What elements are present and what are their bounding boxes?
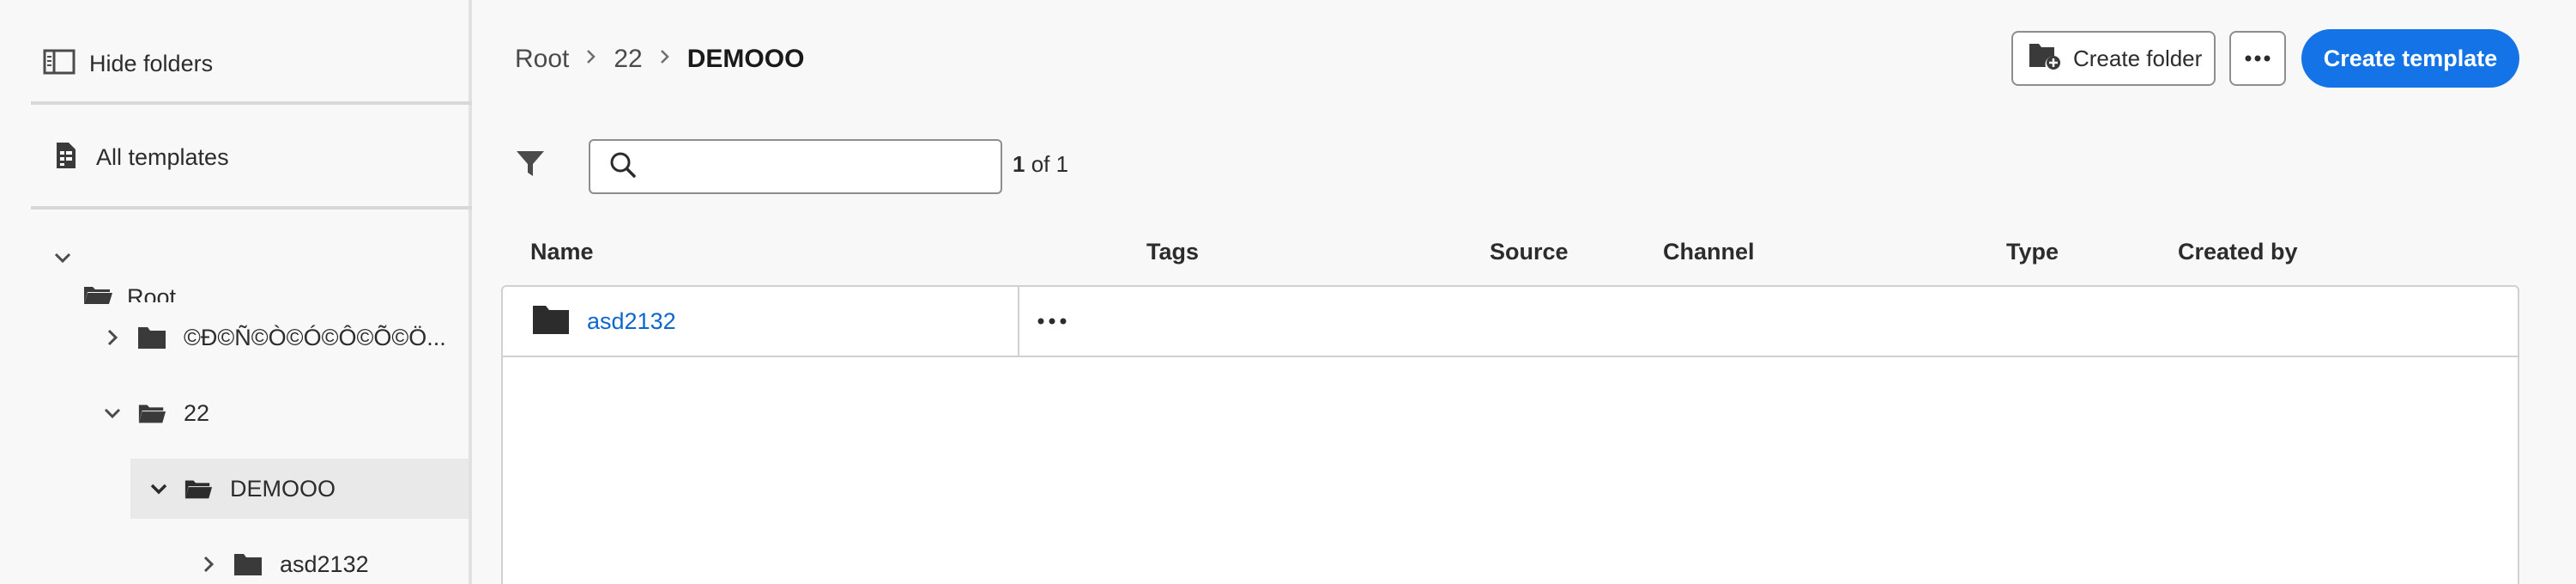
folder-open-icon — [137, 401, 166, 425]
column-header-type[interactable]: Type — [2006, 239, 2059, 265]
hide-folders-button[interactable]: Hide folders — [31, 26, 472, 105]
tree-item-label: DEMOOO — [230, 475, 336, 502]
tree-item-root[interactable]: Root — [127, 280, 176, 302]
create-folder-label: Create folder — [2073, 45, 2203, 71]
tree-item-asd2132[interactable]: asd2132 — [197, 534, 369, 584]
breadcrumb-item-22[interactable]: 22 — [614, 45, 642, 74]
tree-item-demooo[interactable]: DEMOOO — [130, 459, 469, 519]
chevron-right-icon — [101, 326, 124, 349]
results-total: of 1 — [1031, 151, 1069, 177]
chevron-down-icon — [51, 246, 74, 269]
table-cell-name: asd2132 — [503, 287, 1019, 356]
search-input[interactable] — [647, 141, 1001, 192]
folder-tree: Root ©Ð©Ñ©Ò©Ó©Ô©Õ©Ö... 22 DEMOOO asd2132 — [0, 232, 469, 584]
column-header-name[interactable]: Name — [530, 239, 594, 265]
create-template-button[interactable]: Create template — [2301, 29, 2519, 88]
chevron-right-icon — [660, 47, 670, 71]
row-more-actions-button[interactable] — [1031, 304, 1073, 338]
table-row[interactable]: asd2132 — [503, 287, 2518, 357]
filter-icon[interactable] — [515, 148, 549, 182]
folder-add-icon — [2029, 41, 2061, 76]
all-templates-label: All templates — [96, 143, 229, 170]
sidebar-toggle-icon — [43, 49, 76, 79]
chevron-down-icon — [101, 402, 124, 424]
table-header: Name Tags Source Channel Type Created by — [501, 239, 2519, 273]
search-icon — [609, 151, 637, 183]
create-folder-button[interactable]: Create folder — [2011, 31, 2216, 86]
all-templates-item[interactable]: All templates — [31, 108, 472, 210]
more-icon — [1037, 313, 1067, 329]
breadcrumb-current: DEMOOO — [686, 45, 805, 73]
main-content: Root 22 DEMOOO Create folder Create temp… — [475, 0, 2576, 584]
tree-item-label: 22 — [184, 399, 210, 426]
results-current: 1 — [1013, 151, 1025, 177]
chevron-right-icon — [586, 47, 596, 71]
templates-table: asd2132 — [501, 285, 2519, 584]
chevron-right-icon — [197, 553, 220, 575]
tree-item-label: asd2132 — [280, 551, 369, 577]
search-field[interactable] — [589, 139, 1002, 194]
tree-item-label: ©Ð©Ñ©Ò©Ó©Ô©Õ©Ö... — [184, 324, 446, 350]
more-icon — [2245, 51, 2271, 66]
breadcrumb-item-root[interactable]: Root — [515, 45, 569, 74]
tree-item-special-chars[interactable]: ©Ð©Ñ©Ò©Ó©Ô©Õ©Ö... — [101, 307, 446, 368]
folders-sidebar: Hide folders All templates Root ©Ð©Ñ©Ò©Ó… — [0, 0, 472, 584]
folder-open-icon — [82, 282, 113, 310]
results-count: 1 of 1 — [1013, 151, 1068, 178]
tree-item-root-toggle[interactable] — [51, 240, 74, 275]
column-header-channel[interactable]: Channel — [1663, 239, 1755, 265]
more-actions-button[interactable] — [2229, 31, 2286, 86]
folder-open-icon — [184, 477, 213, 501]
column-header-source[interactable]: Source — [1490, 239, 1569, 265]
folder-icon — [532, 304, 570, 339]
app: Hide folders All templates Root ©Ð©Ñ©Ò©Ó… — [0, 0, 2576, 584]
folder-link[interactable]: asd2132 — [587, 308, 676, 335]
column-header-created-by[interactable]: Created by — [2178, 239, 2298, 265]
breadcrumb: Root 22 DEMOOO — [515, 38, 804, 81]
hide-folders-label: Hide folders — [89, 50, 214, 76]
chevron-down-icon — [148, 478, 170, 500]
folder-icon — [137, 325, 166, 350]
folder-icon — [233, 552, 263, 576]
tree-item-22[interactable]: 22 — [101, 383, 209, 443]
column-header-tags[interactable]: Tags — [1146, 239, 1199, 265]
templates-icon — [55, 141, 77, 174]
